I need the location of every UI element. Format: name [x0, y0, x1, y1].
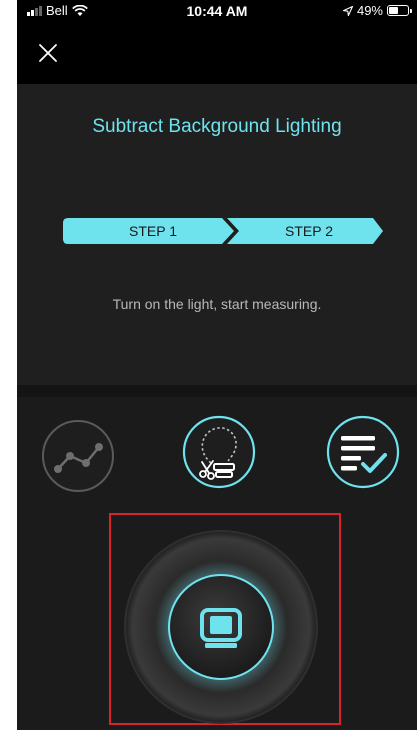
- subtract-background-mode-button[interactable]: [181, 414, 257, 490]
- step-1-label: STEP 1: [129, 223, 177, 239]
- close-button[interactable]: [35, 40, 61, 66]
- instruction-text: Turn on the light, start measuring.: [112, 296, 322, 312]
- app-screen: Bell 10:44 AM 49% Subtract Background Li…: [17, 0, 417, 730]
- chart-mode-button[interactable]: [40, 418, 116, 494]
- line-chart-icon: [42, 420, 114, 492]
- battery-percent: 49%: [356, 3, 383, 18]
- status-right: 49%: [342, 3, 412, 18]
- measure-button[interactable]: [121, 527, 321, 727]
- measure-dial: [124, 530, 318, 724]
- step-2-label: STEP 2: [285, 223, 333, 239]
- divider: [17, 385, 417, 397]
- step-indicator: STEP 1 STEP 2: [63, 218, 383, 244]
- checklist-mode-button[interactable]: [325, 414, 401, 490]
- page-title: Subtract Background Lighting: [92, 116, 342, 137]
- checklist-icon: [326, 415, 400, 489]
- battery-icon: [387, 5, 412, 16]
- close-icon: [39, 44, 57, 62]
- location-arrow-icon: [342, 5, 353, 16]
- nav-bar: [17, 22, 417, 84]
- status-bar: Bell 10:44 AM 49%: [17, 0, 417, 22]
- bulb-cut-icon: [182, 415, 256, 489]
